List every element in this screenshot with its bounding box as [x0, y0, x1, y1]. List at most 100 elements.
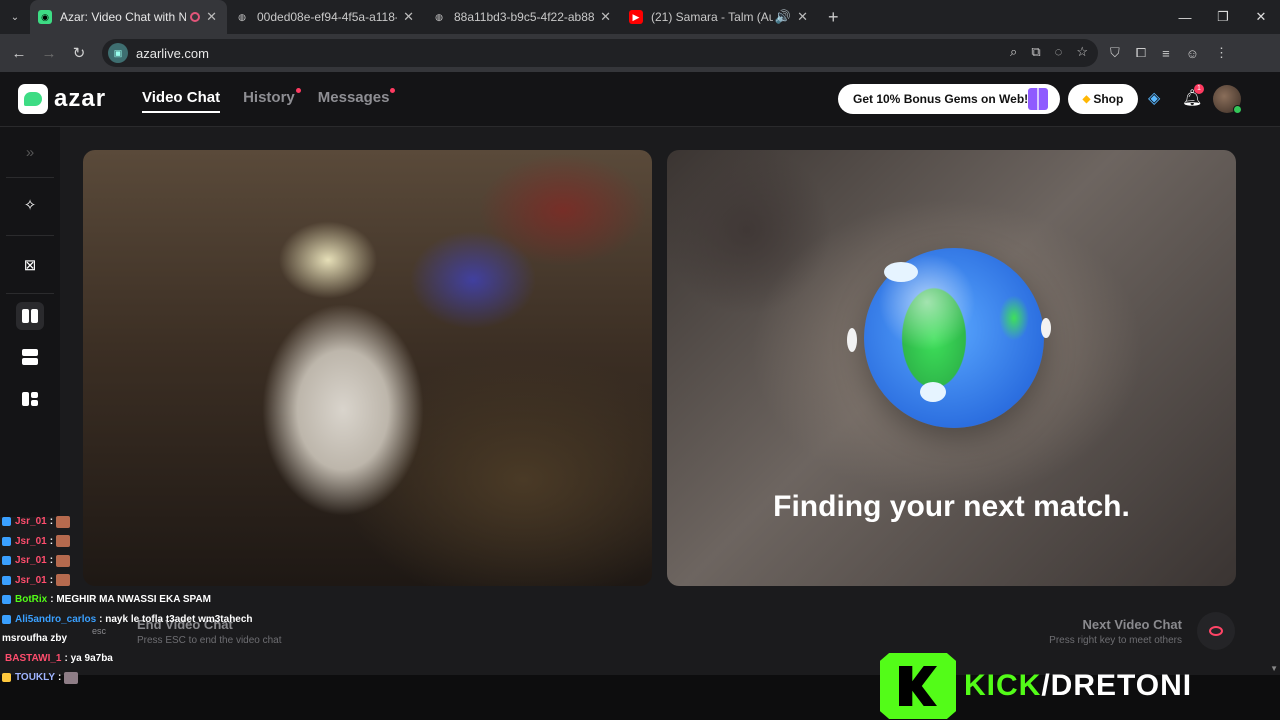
azar-logo[interactable]: azar	[18, 84, 106, 114]
kick-brand-overlay: KICK/DRETONI	[880, 653, 1192, 719]
forward-icon[interactable]: →	[34, 45, 64, 62]
tab-azar[interactable]: ◉ Azar: Video Chat with New F ✕	[30, 0, 227, 34]
user-badge-icon	[2, 673, 11, 683]
app-header: azar Video Chat History Messages Get 10%…	[0, 72, 1280, 127]
gift-icon	[1028, 88, 1048, 110]
layout-stacked-icon[interactable]	[16, 343, 44, 371]
user-badge-icon	[2, 517, 11, 527]
layout-grid-icon[interactable]	[16, 385, 44, 413]
main-nav: Video Chat History Messages	[142, 88, 396, 113]
user-badge-icon	[2, 556, 11, 566]
emote-icon	[56, 554, 71, 567]
restore-icon[interactable]: ❐	[1204, 9, 1242, 25]
rail-divider	[6, 235, 54, 236]
layout-side-by-side-icon[interactable]	[16, 302, 44, 330]
gem-balance-icon[interactable]: ◈	[1148, 88, 1160, 108]
shop-label: Shop	[1093, 92, 1124, 106]
azar-favicon-icon: ◉	[38, 10, 52, 24]
next-arrow-icon	[1209, 626, 1223, 636]
user-badge-icon	[2, 614, 11, 624]
chat-user: BASTAWI_1	[5, 652, 62, 664]
chat-text: :	[49, 535, 54, 547]
chat-text: : ya 9a7ba	[64, 652, 113, 664]
eye-off-icon[interactable]: ◌	[1055, 44, 1063, 60]
media-icon[interactable]: ≡	[1162, 46, 1170, 61]
matching-status-text: Finding your next match.	[773, 490, 1130, 523]
chat-user: BotRix	[15, 594, 48, 606]
next-video-chat-button[interactable]	[1197, 612, 1235, 650]
filter-icon[interactable]: ⊠	[16, 251, 44, 279]
chat-text: : nayk le tofla t3adet wm3tahech	[99, 613, 253, 625]
new-tab-button[interactable]: +	[828, 7, 839, 28]
magic-wand-icon[interactable]: ✧	[16, 191, 44, 219]
emote-icon	[56, 574, 71, 587]
close-window-icon[interactable]: ✕	[1242, 9, 1280, 25]
chat-text: :	[49, 555, 54, 567]
chat-text: msroufha zby	[2, 633, 68, 645]
globe-favicon-icon: ◍	[435, 11, 443, 22]
nav-video-chat[interactable]: Video Chat	[142, 89, 221, 113]
logo-text: azar	[54, 85, 107, 112]
audio-icon[interactable]: 🔊	[775, 9, 791, 25]
azar-logo-icon	[18, 84, 48, 114]
emote-icon	[64, 671, 79, 684]
profile-icon[interactable]: ☺	[1186, 46, 1199, 61]
address-bar[interactable]: ▣ azarlive.com ⌕ ⧉ ◌ ☆	[102, 39, 1098, 67]
url-text: azarlive.com	[136, 45, 209, 61]
cast-icon[interactable]: ⧉	[1031, 44, 1040, 60]
next-chat-title: Next Video Chat	[1082, 617, 1182, 632]
tab-4[interactable]: ▶ (21) Samara - Talm (Audio) - 🔊 ✕	[621, 0, 818, 34]
stream-chat-overlay: Jsr_01 : Jsr_01 : Jsr_01 : Jsr_01 : BotR…	[2, 512, 302, 688]
shield-icon[interactable]: ⛉	[1110, 45, 1120, 61]
nav-label: History	[243, 89, 295, 106]
chat-user: Jsr_01	[15, 535, 47, 547]
close-tab-icon[interactable]: ✕	[403, 9, 414, 25]
nav-history[interactable]: History	[243, 88, 301, 113]
chat-message: BASTAWI_1 : ya 9a7ba	[2, 649, 302, 669]
chat-message: BotRix : MEGHIR MA NWASSI EKA SPAM	[2, 590, 302, 610]
site-info-icon[interactable]: ▣	[108, 43, 128, 63]
chat-text: :	[49, 516, 54, 528]
minimize-icon[interactable]: —	[1166, 10, 1204, 25]
nav-messages[interactable]: Messages	[317, 88, 396, 113]
user-badge-icon	[2, 595, 11, 605]
zoom-icon[interactable]: ⌕	[1010, 44, 1017, 60]
expand-icon[interactable]: »	[16, 138, 44, 166]
globe-ring	[1041, 318, 1051, 338]
menu-icon[interactable]: ⋮	[1215, 45, 1228, 61]
scroll-down-icon[interactable]: ▼	[1270, 664, 1278, 673]
notification-badge: 1	[1194, 84, 1204, 94]
nav-label: Messages	[317, 89, 390, 106]
user-badge-icon	[2, 536, 11, 546]
address-bar-icons: ⌕ ⧉ ◌ ☆	[1010, 44, 1088, 60]
emote-icon	[56, 535, 71, 548]
bonus-gems-button[interactable]: Get 10% Bonus Gems on Web!	[838, 84, 1060, 114]
globe-ring	[847, 328, 857, 352]
new-dot-icon	[295, 88, 301, 93]
kick-handle: KICK/DRETONI	[964, 669, 1192, 703]
reload-icon[interactable]: ↻	[64, 44, 94, 62]
extension-icons: ⛉ ⧠ ≡ ☺ ⋮	[1110, 45, 1228, 61]
chat-message: Jsr_01 :	[2, 512, 302, 532]
tab-label: 00ded08e-ef94-4f5a-a118-7d19	[257, 10, 397, 24]
browser-toolbar: ← → ↻ ▣ azarlive.com ⌕ ⧉ ◌ ☆ ⛉ ⧠ ≡ ☺ ⋮	[0, 34, 1280, 72]
window-controls: — ❐ ✕	[1166, 0, 1280, 34]
star-icon[interactable]: ☆	[1076, 44, 1088, 60]
close-tab-icon[interactable]: ✕	[206, 9, 217, 25]
chat-user: TOUKLY	[15, 672, 56, 684]
close-tab-icon[interactable]: ✕	[797, 9, 808, 25]
tab-2[interactable]: ◍ 00ded08e-ef94-4f5a-a118-7d19 ✕	[227, 0, 424, 34]
rail-divider	[6, 293, 54, 294]
puzzle-icon[interactable]: ⧠	[1136, 45, 1146, 61]
chat-user: Ali5andro_carlos	[15, 613, 97, 625]
tab-3[interactable]: ◍ 88a11bd3-b9c5-4f22-ab88-839 ✕	[424, 0, 621, 34]
chat-text: :	[49, 574, 54, 586]
chat-text: : MEGHIR MA NWASSI EKA SPAM	[50, 594, 211, 606]
left-rail: » ✧ ⊠	[0, 127, 60, 517]
shop-button[interactable]: ◆ Shop	[1068, 84, 1138, 114]
close-tab-icon[interactable]: ✕	[600, 9, 611, 25]
tab-search-chevron-icon[interactable]: ⌄	[0, 12, 30, 23]
chat-message: msroufha zby	[2, 629, 302, 649]
back-icon[interactable]: ←	[4, 45, 34, 62]
chat-message: Jsr_01 :	[2, 551, 302, 571]
